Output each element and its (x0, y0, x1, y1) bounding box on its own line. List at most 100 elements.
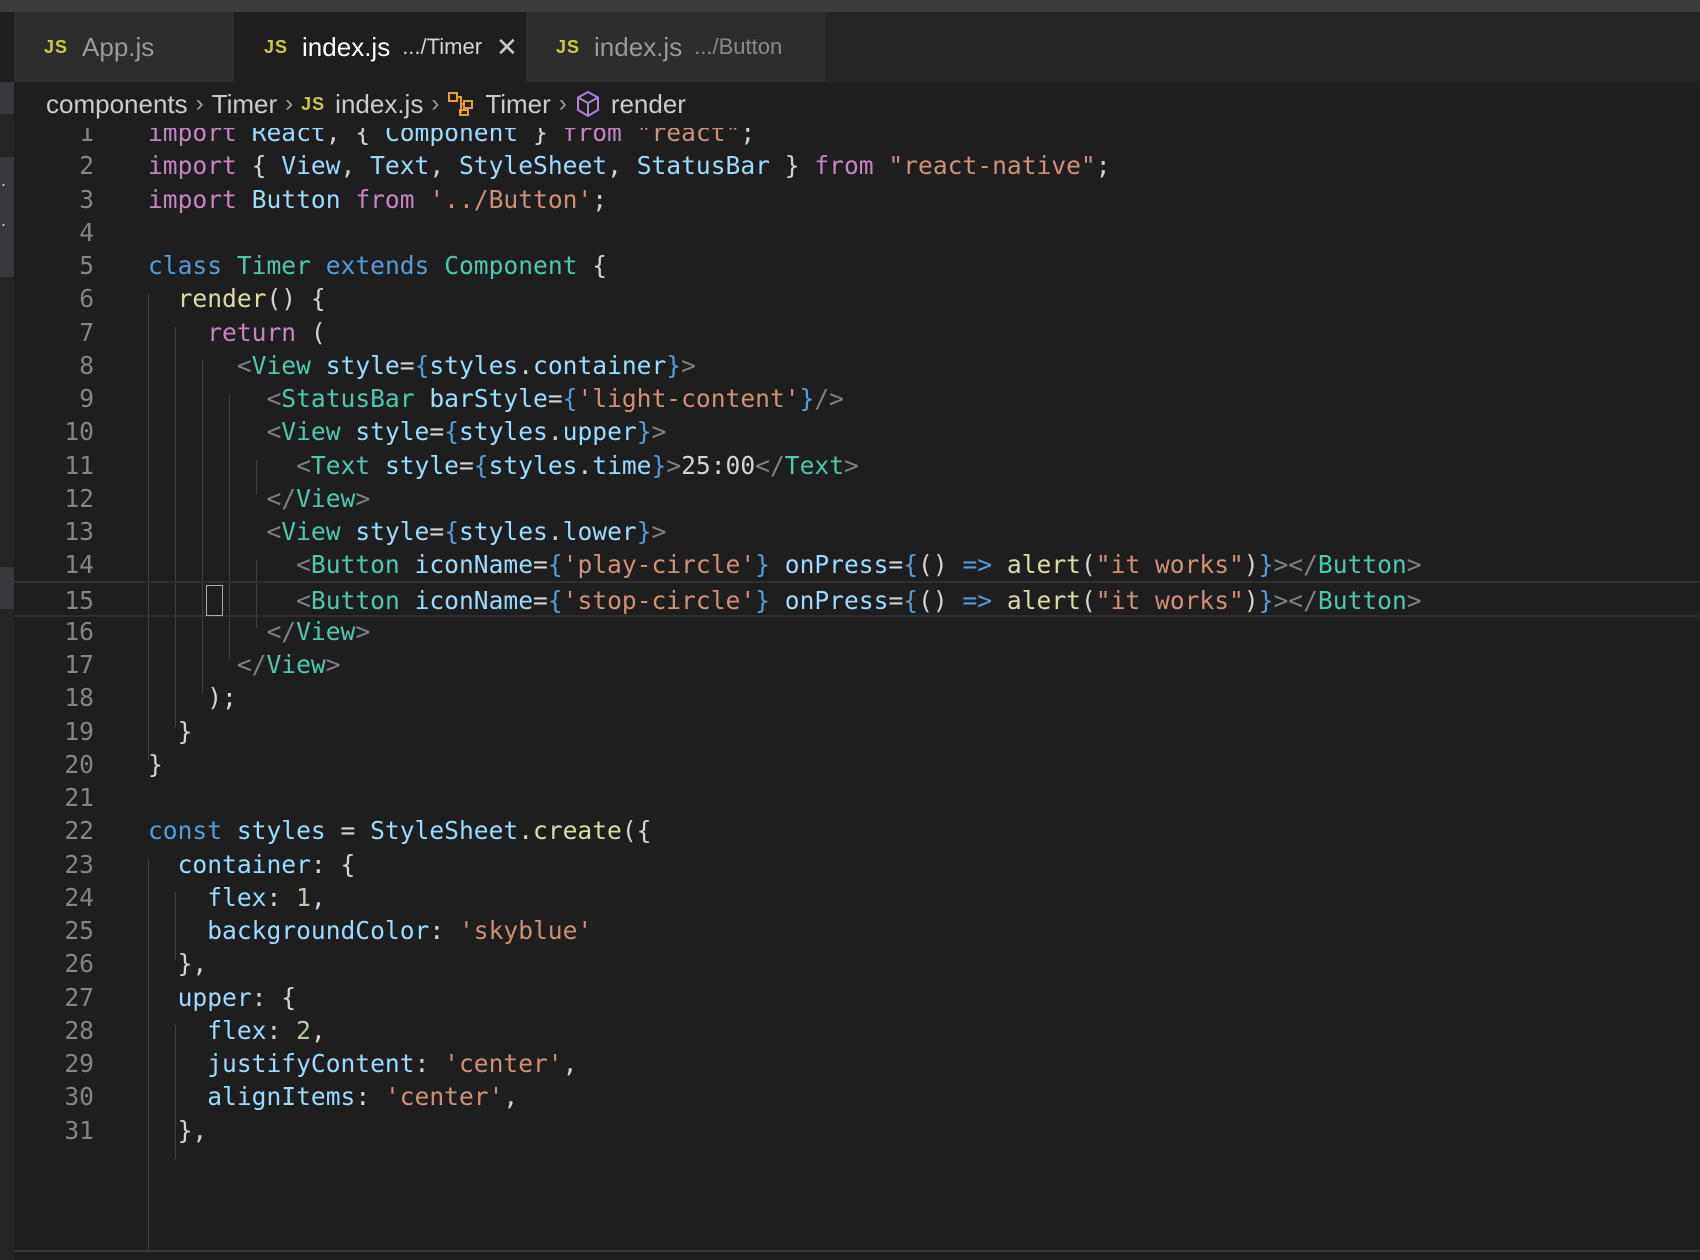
code-text: }, (148, 946, 208, 982)
breadcrumb-file[interactable]: index.js (335, 89, 423, 120)
code-editor[interactable]: 1 import React, { Component } from "react… (14, 128, 1700, 1250)
code-text: </View> (148, 481, 370, 517)
code-token: } (636, 417, 652, 447)
code-token: "it works" (1095, 550, 1244, 580)
code-line[interactable]: 10 <View style={styles.upper}> (14, 414, 1700, 450)
code-token: 25:00 (681, 450, 756, 480)
line-number: 17 (64, 650, 94, 679)
code-line[interactable]: 2 import { View, Text, StyleSheet, Status… (14, 148, 1700, 184)
breadcrumb-class[interactable]: Timer (485, 89, 550, 120)
code-line[interactable]: 26 }, (14, 946, 1700, 982)
code-line[interactable]: 11 <Text style={styles.time}>25:00</Text… (14, 448, 1700, 484)
code-line[interactable]: 24 flex: 1, (14, 880, 1700, 916)
close-tab-icon[interactable]: ✕ (496, 32, 518, 63)
code-line[interactable]: 20} (14, 747, 1700, 783)
code-line[interactable]: 9 <StatusBar barStyle={'light-content'}/… (14, 381, 1700, 417)
code-line[interactable]: 15 <Button iconName={'stop-circle'} onPr… (14, 580, 1700, 617)
code-line[interactable]: 27 upper: { (14, 980, 1700, 1016)
code-line[interactable]: 14 <Button iconName={'play-circle'} onPr… (14, 547, 1700, 583)
chevron-right-icon: › (285, 90, 294, 117)
code-text: <Text style={styles.time}>25:00</Text> (148, 448, 859, 484)
code-token: < (266, 417, 282, 447)
code-line[interactable]: 23 container: { (14, 847, 1700, 883)
js-file-icon: JS (44, 36, 69, 57)
code-token: upper (562, 417, 637, 447)
code-line[interactable]: 4 (14, 215, 1700, 251)
chevron-right-icon: › (195, 90, 204, 117)
code-line[interactable]: 18 ); (14, 680, 1700, 716)
code-token: /> (814, 384, 844, 413)
code-line[interactable]: 13 <View style={styles.lower}> (14, 514, 1700, 550)
method-icon (575, 90, 601, 118)
code-line[interactable]: 29 justifyContent: 'center', (14, 1046, 1700, 1082)
code-token: from (562, 128, 622, 147)
code-line[interactable]: 7 return ( (14, 315, 1700, 351)
line-number: 25 (64, 916, 94, 945)
code-line[interactable]: 3 import Button from '../Button'; (14, 182, 1700, 218)
code-token: = (533, 585, 548, 615)
code-text: }, (148, 1113, 208, 1149)
code-token: { (473, 450, 489, 480)
code-token: ; (1095, 151, 1111, 181)
code-line[interactable]: 19 } (14, 714, 1700, 750)
tab-label: index.js (594, 31, 683, 62)
code-token: < (296, 585, 311, 615)
code-token: "it works" (1095, 585, 1244, 615)
code-token: ; (740, 128, 756, 147)
code-token: Button (251, 184, 341, 214)
breadcrumb-folder-timer[interactable]: Timer (212, 89, 277, 120)
code-line[interactable]: 5 class Timer extends Component { (14, 248, 1700, 284)
line-number: 18 (64, 683, 94, 713)
line-number: 19 (64, 716, 94, 746)
code-line[interactable]: 16 </View> (14, 614, 1700, 650)
code-text: </View> (148, 647, 341, 683)
line-number: 21 (64, 783, 94, 812)
code-line[interactable]: 25 backgroundColor: 'skyblue' (14, 913, 1700, 949)
code-token: () (918, 550, 963, 580)
code-token: "react-native" (888, 151, 1096, 181)
breadcrumb-folder[interactable]: components (46, 89, 188, 120)
code-token: Button (1317, 585, 1407, 615)
line-number: 29 (64, 1049, 94, 1078)
code-token: { (903, 585, 919, 615)
tab-index-js-timer[interactable]: JS index.js .../Timer ✕ (234, 12, 526, 82)
code-line[interactable]: 31 }, (14, 1113, 1700, 1149)
code-token: = (429, 517, 445, 546)
code-token: Component (444, 251, 578, 280)
code-token: } (636, 517, 652, 546)
tab-app-js[interactable]: JS App.js (14, 12, 234, 82)
code-line[interactable]: 21 (14, 780, 1700, 816)
code-token: View (296, 616, 356, 646)
code-text: <View style={styles.upper}> (148, 414, 666, 450)
code-line[interactable]: 12 </View> (14, 481, 1700, 517)
code-line[interactable]: 17 </View> (14, 647, 1700, 683)
code-token: View (251, 350, 311, 380)
code-token: > (325, 650, 341, 679)
code-line[interactable]: 22 const styles = StyleSheet.create({ (14, 813, 1700, 849)
code-token: { (547, 550, 563, 580)
code-line[interactable]: 28 flex: 2, (14, 1013, 1700, 1049)
code-token: Component (384, 128, 519, 147)
code-line[interactable]: 8 <View style={styles.container}> (14, 348, 1700, 384)
code-token: alert (1006, 585, 1081, 615)
code-token: }, (148, 1115, 208, 1145)
code-token: from (814, 151, 874, 181)
code-token: , (503, 1082, 519, 1112)
code-token: </ (236, 650, 267, 679)
code-token: } (1258, 550, 1274, 580)
code-token: ; (592, 184, 608, 214)
breadcrumb-method[interactable]: render (611, 89, 686, 120)
tab-index-js-button[interactable]: JS index.js .../Button (526, 12, 826, 82)
code-token: flex (207, 1015, 267, 1045)
code-token: : (429, 916, 459, 945)
code-token: "react" (636, 128, 741, 147)
code-token: } (666, 350, 682, 380)
code-line[interactable]: 30 alignItems: 'center', (14, 1079, 1700, 1115)
code-line[interactable]: 6 render() { (14, 281, 1700, 317)
code-token: () (918, 585, 963, 615)
